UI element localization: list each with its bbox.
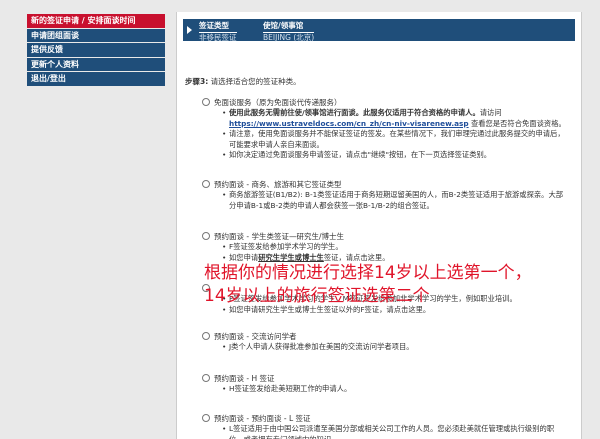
- radio-exchange-visitor[interactable]: [202, 332, 210, 340]
- option-title: 预约面谈 - 商务、旅游和其它签证类型: [214, 180, 342, 189]
- radio-student-graduate[interactable]: [202, 232, 210, 240]
- h-visa-details: H签证签发给赴美短期工作的申请人。: [222, 384, 568, 395]
- embassy-header: 使馆/领事馆: [263, 21, 315, 33]
- option-title: 预约面谈 - 预约面谈 - L 签证: [214, 414, 311, 423]
- graduate-link[interactable]: 研究生学生或博士生: [258, 253, 324, 262]
- step-label: 步骤3:: [185, 77, 209, 86]
- option-title: 预约面谈 - H 签证: [214, 374, 275, 383]
- sidebar-item-logout[interactable]: 退出/登出: [27, 72, 165, 86]
- step-instruction: 步骤3: 请选择适合您的签证种类。: [185, 76, 301, 87]
- l-visa-details: L签证适用于由中国公司派遣至美国分部或相关公司工作的人员。您必须赴美就任管理或执…: [222, 424, 568, 439]
- embassy-value: BEIJING (北京): [263, 32, 315, 42]
- radio-interview-waiver[interactable]: [202, 98, 210, 106]
- option-title: 预约面谈 - 交流访问学者: [214, 332, 297, 341]
- visa-type-value: 非移民签证: [199, 32, 237, 42]
- list-item: F签证签发给参加学术学习的学生。: [222, 242, 568, 253]
- business-details: 商务旅游签证(B1/B2): B-1类签证适用于商务短期逗留美国的人，而B-2类…: [222, 190, 568, 211]
- exchange-details: J类个人申请人获得批准参加在美国的交流访问学者项目。: [222, 342, 568, 353]
- step-text: 请选择适合您的签证种类。: [208, 77, 301, 86]
- main-panel: 签证类型 非移民签证 使馆/领事馆 BEIJING (北京) 步骤3: 请选择适…: [176, 12, 582, 439]
- radio-l-visa[interactable]: [202, 414, 210, 422]
- list-item: 请注意，使用免面谈服务并不能保证签证的签发。在某些情况下，我们审理完通过此服务提…: [222, 129, 568, 150]
- option-title: 免面谈服务（原为免面谈代传递服务）: [214, 98, 342, 107]
- annotation-line-1: 根据你的情况进行选择14岁以上选第一个，: [204, 263, 532, 283]
- sidebar-nav: 新的签证申请 / 安排面谈时间 申请团组面谈 提供反馈 更新个人资料 退出/登出: [27, 14, 165, 87]
- list-item: 使用此服务无需前往使/领事馆进行面谈。此服务仅适用于符合资格的申请人。请访问ht…: [222, 108, 568, 129]
- annotation-line-2: 14岁以上的旅行签证选第二个: [204, 286, 430, 306]
- sidebar-item-feedback[interactable]: 提供反馈: [27, 43, 165, 57]
- list-item: J类个人申请人获得批准参加在美国的交流访问学者项目。: [222, 342, 568, 353]
- waiver-details: 使用此服务无需前往使/领事馆进行面谈。此服务仅适用于符合资格的申请人。请访问ht…: [222, 108, 568, 161]
- list-item: H签证签发给赴美短期工作的申请人。: [222, 384, 568, 395]
- arrow-right-icon: [187, 26, 192, 34]
- radio-h-visa[interactable]: [202, 374, 210, 382]
- sidebar-item-group-interview[interactable]: 申请团组面谈: [27, 28, 165, 42]
- annotation-overlay: 根据你的情况进行选择14岁以上选第一个， 14岁以上的旅行签证选第二个: [204, 262, 600, 308]
- visa-type-header: 签证类型: [199, 21, 237, 33]
- option-title: 预约面谈 - 学生类签证—研究生/博士生: [214, 232, 345, 241]
- list-item: L签证适用于由中国公司派遣至美国分部或相关公司工作的人员。您必须赴美就任管理或执…: [222, 424, 568, 439]
- sidebar-item-update-profile[interactable]: 更新个人资料: [27, 57, 165, 71]
- visa-renew-link[interactable]: https://www.ustraveldocs.com/cn_zh/cn-ni…: [229, 119, 469, 128]
- student-details: F签证签发给参加学术学习的学生。 如您申请研究生学生或博士生签证，请点击这里。: [222, 242, 568, 263]
- visa-type-column: 签证类型 非移民签证: [199, 21, 237, 42]
- radio-business-tourism[interactable]: [202, 180, 210, 188]
- embassy-column: 使馆/领事馆 BEIJING (北京): [263, 21, 315, 42]
- sidebar-item-new-application[interactable]: 新的签证申请 / 安排面谈时间: [27, 14, 165, 28]
- list-item: 商务旅游签证(B1/B2): B-1类签证适用于商务短期逗留美国的人，而B-2类…: [222, 190, 568, 211]
- application-info-bar: 签证类型 非移民签证 使馆/领事馆 BEIJING (北京): [183, 19, 575, 41]
- list-item: 如你决定通过免面谈服务申请签证，请点击"继续"按钮，在下一页选择签证类别。: [222, 150, 568, 161]
